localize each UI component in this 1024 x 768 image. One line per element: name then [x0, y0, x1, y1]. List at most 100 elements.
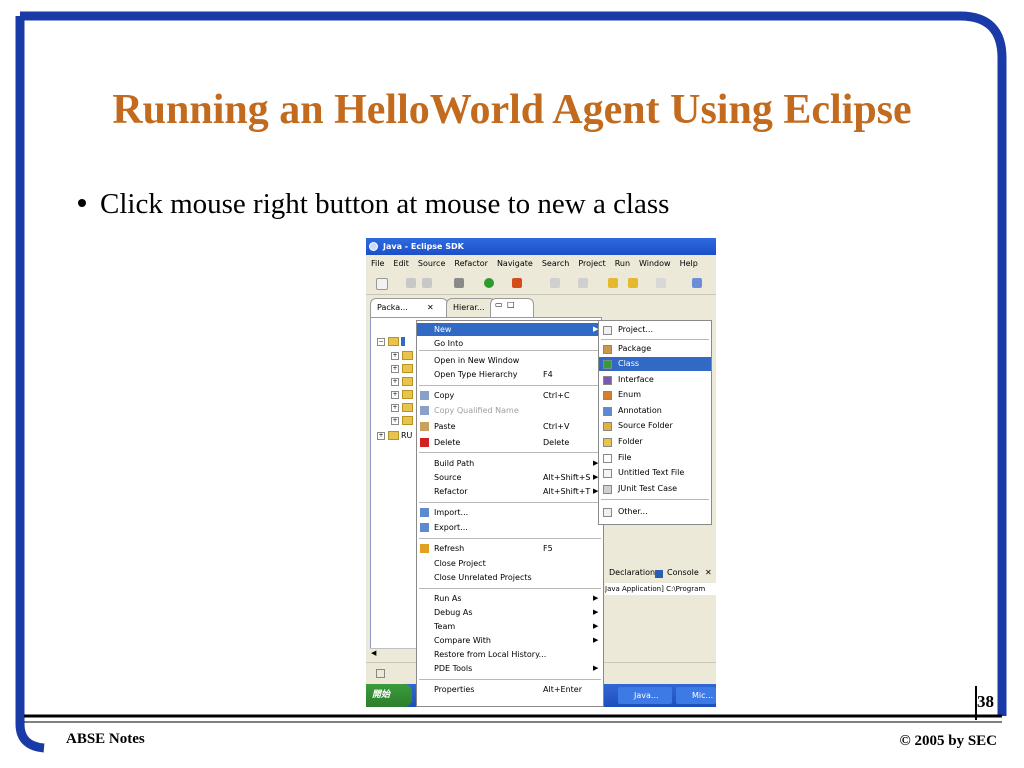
menu-project[interactable]: Project [578, 259, 605, 268]
menu-source[interactable]: Source [418, 259, 445, 268]
menu-item-refresh[interactable]: Refresh F5 [417, 542, 603, 555]
menu-item-close-project[interactable]: Close Project [417, 557, 603, 570]
back-icon[interactable] [628, 278, 638, 288]
file-icon [603, 454, 612, 463]
submenu-item-annotation[interactable]: Annotation [599, 404, 711, 418]
expand-icon[interactable]: + [377, 431, 385, 440]
tree-row[interactable]: + [391, 376, 415, 387]
fast-view-icon[interactable] [376, 669, 385, 678]
expand-icon[interactable]: + [391, 377, 399, 386]
package-folder-icon [402, 377, 413, 386]
menu-item-restore-from-local-history[interactable]: Restore from Local History... [417, 648, 603, 661]
menu-window[interactable]: Window [639, 259, 671, 268]
menu-item-debug-as[interactable]: Debug As ▶ [417, 606, 603, 619]
submenu-item-project[interactable]: Project... [599, 323, 711, 337]
submenu-item-class[interactable]: Class [599, 357, 711, 371]
tab-declaration[interactable]: Declaration [609, 568, 655, 577]
last-edit-icon[interactable] [608, 278, 618, 288]
menu-item-pde-tools[interactable]: PDE Tools ▶ [417, 662, 603, 675]
menu-bar: File Edit Source Refactor Navigate Search Proj… [366, 255, 716, 272]
tree-row[interactable]: − [377, 336, 405, 347]
tree-row[interactable]: + RU [377, 430, 412, 441]
submenu-item-package[interactable]: Package [599, 342, 711, 356]
scroll-left-icon[interactable]: ◀ [371, 649, 376, 657]
submenu-item-file[interactable]: File [599, 451, 711, 465]
menu-item-copy[interactable]: Copy Ctrl+C [417, 389, 603, 402]
submenu-arrow-icon: ▶ [593, 636, 599, 644]
annotation-nav-icon[interactable] [578, 278, 588, 288]
menu-item-label: New [434, 325, 452, 334]
menu-run[interactable]: Run [615, 259, 630, 268]
menu-item-export[interactable]: Export... [417, 521, 603, 534]
menu-file[interactable]: File [371, 259, 384, 268]
menu-item-source[interactable]: Source Alt+Shift+S ▶ [417, 471, 603, 484]
tab-package-explorer[interactable]: Packa... ✕ [370, 298, 448, 317]
expand-icon[interactable]: + [391, 351, 399, 360]
search-icon[interactable] [550, 278, 560, 288]
submenu-item-untitled-text-file[interactable]: Untitled Text File [599, 466, 711, 480]
page-number: 38 [977, 692, 994, 711]
forward-icon[interactable] [656, 278, 666, 288]
tree-row[interactable]: + [391, 415, 415, 426]
menu-refactor[interactable]: Refactor [454, 259, 488, 268]
menu-item-new[interactable]: New ▶ [417, 323, 603, 336]
maximize-icon[interactable]: □ [507, 296, 515, 314]
tab-hierarchy[interactable]: Hierar... [446, 298, 496, 317]
menu-edit[interactable]: Edit [393, 259, 409, 268]
menu-item-label: Close Project [434, 559, 486, 568]
menu-item-shortcut: Ctrl+V [543, 422, 570, 431]
print-icon[interactable] [422, 278, 432, 288]
close-icon[interactable]: ✕ [705, 568, 712, 577]
menu-item-build-path[interactable]: Build Path ▶ [417, 457, 603, 470]
collapse-icon[interactable]: − [377, 337, 385, 346]
close-icon[interactable]: ✕ [427, 299, 434, 317]
menu-item-close-unrelated-projects[interactable]: Close Unrelated Projects [417, 571, 603, 584]
minimize-icon[interactable]: ▭ [495, 296, 503, 314]
expand-icon[interactable]: + [391, 416, 399, 425]
menu-separator [419, 588, 601, 589]
menu-item-delete[interactable]: Delete Delete [417, 436, 603, 449]
run-icon[interactable] [484, 278, 494, 288]
submenu-item-label: JUnit Test Case [618, 484, 678, 493]
menu-item-run-as[interactable]: Run As ▶ [417, 592, 603, 605]
menu-item-import[interactable]: Import... [417, 506, 603, 519]
taskbar-item-mic[interactable]: Mic... [676, 687, 716, 704]
new-icon[interactable] [376, 278, 388, 290]
tree-row[interactable]: + [391, 389, 415, 400]
debug-icon[interactable] [454, 278, 464, 288]
menu-item-refactor[interactable]: Refactor Alt+Shift+T ▶ [417, 485, 603, 498]
menu-search[interactable]: Search [542, 259, 569, 268]
taskbar-item-java[interactable]: Java... [618, 687, 672, 704]
menu-item-open-in-new-window[interactable]: Open in New Window [417, 354, 603, 367]
tree-row[interactable]: + [391, 363, 415, 374]
tab-console[interactable]: Console [667, 568, 699, 577]
menu-item-compare-with[interactable]: Compare With ▶ [417, 634, 603, 647]
submenu-item-folder[interactable]: Folder [599, 435, 711, 449]
copy-icon [420, 391, 429, 400]
expand-icon[interactable]: + [391, 390, 399, 399]
expand-icon[interactable]: + [391, 364, 399, 373]
expand-icon[interactable]: + [391, 403, 399, 412]
menu-help[interactable]: Help [680, 259, 698, 268]
start-button[interactable]: 開始 [366, 684, 412, 707]
menu-item-team[interactable]: Team ▶ [417, 620, 603, 633]
menu-item-copy-qualified-name[interactable]: Copy Qualified Name [417, 404, 603, 417]
menu-item-shortcut: Delete [543, 438, 570, 447]
submenu-item-junit-test-case[interactable]: JUnit Test Case [599, 482, 711, 496]
menu-item-label: Run As [434, 594, 462, 603]
perspective-icon[interactable] [692, 278, 702, 288]
submenu-item-label: Annotation [618, 406, 662, 415]
menu-item-go-into[interactable]: Go Into [417, 337, 603, 350]
external-tools-icon[interactable] [512, 278, 522, 288]
save-icon[interactable] [406, 278, 416, 288]
menu-item-open-type-hierarchy[interactable]: Open Type Hierarchy F4 [417, 368, 603, 381]
tree-row[interactable]: + [391, 350, 415, 361]
submenu-item-enum[interactable]: Enum [599, 388, 711, 402]
menu-item-properties[interactable]: Properties Alt+Enter [417, 683, 603, 696]
tree-row[interactable]: + [391, 402, 415, 413]
submenu-item-source-folder[interactable]: Source Folder [599, 419, 711, 433]
menu-navigate[interactable]: Navigate [497, 259, 533, 268]
submenu-item-other[interactable]: Other... [599, 505, 711, 519]
menu-item-paste[interactable]: Paste Ctrl+V [417, 420, 603, 433]
submenu-item-interface[interactable]: Interface [599, 373, 711, 387]
